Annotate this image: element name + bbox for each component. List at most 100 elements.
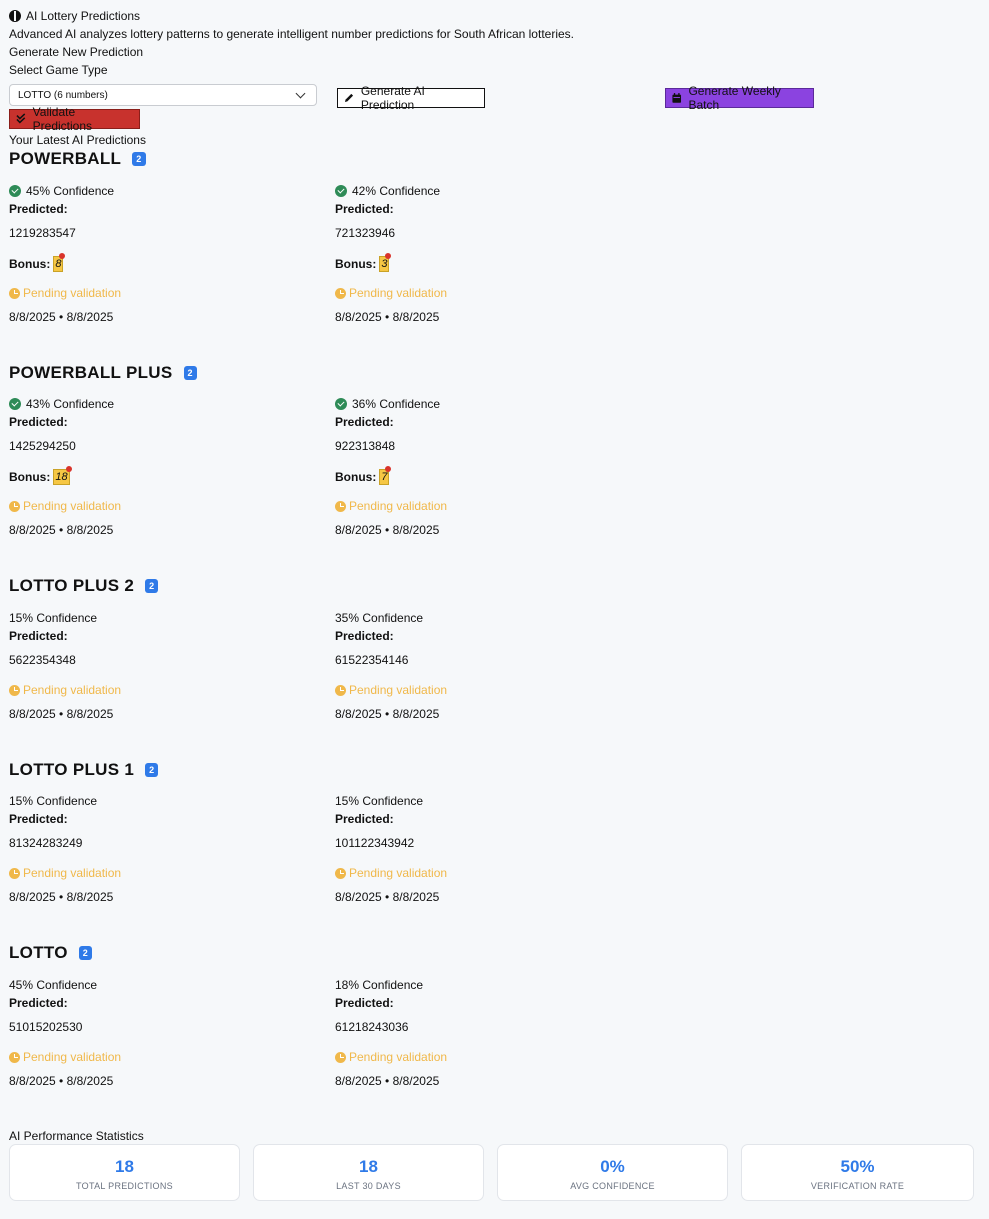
confidence-text: 42% Confidence: [352, 184, 441, 198]
bonus-label: Bonus:: [9, 257, 51, 271]
status-text: Pending validation: [349, 866, 448, 880]
confidence-text: 15% Confidence: [9, 794, 98, 808]
prediction-card: 45% Confidence Predicted: 1219283547 Bon…: [9, 184, 309, 324]
stat-card-avg-confidence: 0% AVG CONFIDENCE: [497, 1144, 728, 1201]
confidence-text: 15% Confidence: [335, 794, 424, 808]
prediction-dates: 8/8/2025 • 8/8/2025: [9, 310, 114, 324]
bonus-ball: 18: [53, 466, 72, 485]
predicted-numbers: 51015202530: [9, 1020, 83, 1034]
bonus-ball: 3: [379, 253, 392, 272]
predicted-label: Predicted:: [9, 415, 68, 429]
prediction-card: 35% Confidence Predicted: 61522354146 Pe…: [335, 611, 635, 721]
prediction-dates: 8/8/2025 • 8/8/2025: [9, 890, 114, 904]
predicted-numbers: 61522354146: [335, 653, 409, 667]
stat-card-verification-rate: 50% VERIFICATION RATE: [741, 1144, 974, 1201]
page-header: AI Lottery Predictions: [9, 9, 140, 23]
stats-title: AI Performance Statistics: [9, 1129, 144, 1143]
validate-predictions-button[interactable]: Validate Predictions: [9, 105, 140, 133]
group-name: POWERBALL: [9, 149, 122, 168]
status-text: Pending validation: [23, 683, 122, 697]
check-circle-icon: [9, 185, 21, 197]
predicted-numbers: 922313848: [335, 439, 396, 453]
latest-predictions-label: Your Latest AI Predictions: [9, 133, 146, 147]
bonus-label: Bonus:: [335, 470, 377, 484]
count-badge: 2: [145, 763, 159, 777]
status-text: Pending validation: [349, 683, 448, 697]
count-badge: 2: [132, 152, 146, 166]
group-name: LOTTO: [9, 943, 68, 962]
stat-card-last-30-days: 18 LAST 30 DAYS: [253, 1144, 484, 1201]
status-text: Pending validation: [349, 286, 448, 300]
prediction-dates: 8/8/2025 • 8/8/2025: [335, 890, 440, 904]
predicted-label: Predicted:: [335, 415, 394, 429]
group-title-powerball: POWERBALL 2: [9, 149, 146, 169]
confidence-text: 36% Confidence: [352, 397, 441, 411]
clock-icon: [335, 287, 346, 299]
game-type-value: LOTTO (6 numbers): [18, 89, 108, 101]
bonus-ball: 7: [379, 466, 392, 485]
prediction-card: 36% Confidence Predicted: 922313848 Bonu…: [335, 397, 635, 537]
weekly-batch-button[interactable]: Generate Weekly Batch: [665, 84, 814, 112]
stat-value: 50%: [840, 1157, 875, 1176]
group-title-lotto-plus-1: LOTTO PLUS 1 2: [9, 760, 159, 780]
prediction-dates: 8/8/2025 • 8/8/2025: [335, 310, 440, 324]
prediction-card: 43% Confidence Predicted: 1425294250 Bon…: [9, 397, 309, 537]
page-title: AI Lottery Predictions: [26, 9, 141, 23]
clock-icon: [335, 1051, 346, 1063]
stat-label: LAST 30 DAYS: [336, 1181, 401, 1191]
group-title-lotto: LOTTO 2: [9, 943, 93, 963]
weekly-batch-label: Generate Weekly Batch: [688, 84, 781, 112]
predicted-label: Predicted:: [335, 202, 394, 216]
bonus-label: Bonus:: [9, 470, 51, 484]
stat-label: VERIFICATION RATE: [810, 1181, 905, 1191]
prediction-dates: 8/8/2025 • 8/8/2025: [9, 1074, 114, 1088]
confidence-text: 15% Confidence: [9, 611, 98, 625]
status-text: Pending validation: [349, 1050, 448, 1064]
predicted-label: Predicted:: [335, 812, 394, 826]
count-badge: 2: [145, 579, 159, 593]
prediction-dates: 8/8/2025 • 8/8/2025: [335, 1074, 440, 1088]
brain-icon: [9, 10, 21, 22]
generate-section-label: Generate New Prediction: [9, 45, 144, 59]
confidence-text: 45% Confidence: [26, 184, 115, 198]
page-description: Advanced AI analyzes lottery patterns to…: [9, 27, 574, 41]
confidence-text: 43% Confidence: [26, 397, 115, 411]
status-text: Pending validation: [23, 1050, 122, 1064]
bonus-number: 7: [381, 471, 388, 483]
group-name: LOTTO PLUS 2: [9, 576, 135, 595]
predicted-numbers: 61218243036: [335, 1020, 409, 1034]
generate-prediction-button[interactable]: Generate AI Prediction: [337, 84, 485, 112]
count-badge: 2: [183, 366, 197, 380]
check-circle-icon: [9, 398, 21, 410]
generate-prediction-label: Generate AI Prediction: [360, 84, 425, 112]
game-type-select[interactable]: LOTTO (6 numbers): [9, 84, 317, 106]
clock-icon: [9, 287, 20, 299]
clock-icon: [9, 684, 20, 696]
predicted-numbers: 81324283249: [9, 836, 83, 850]
clock-icon: [9, 867, 20, 879]
predicted-label: Predicted:: [335, 629, 394, 643]
prediction-dates: 8/8/2025 • 8/8/2025: [335, 707, 440, 721]
predicted-label: Predicted:: [335, 996, 394, 1010]
bonus-number: 8: [55, 258, 62, 270]
confidence-text: 45% Confidence: [9, 978, 98, 992]
calendar-icon: [672, 93, 682, 103]
predicted-label: Predicted:: [9, 812, 68, 826]
predicted-numbers: 1219283547: [9, 226, 76, 240]
confidence-text: 35% Confidence: [335, 611, 424, 625]
prediction-dates: 8/8/2025 • 8/8/2025: [335, 523, 440, 537]
game-type-label: Select Game Type: [9, 63, 108, 77]
clock-icon: [335, 867, 346, 879]
stat-label: AVG CONFIDENCE: [570, 1181, 655, 1191]
status-text: Pending validation: [349, 499, 448, 513]
bonus-number: 18: [55, 471, 68, 483]
check-circle-icon: [335, 185, 347, 197]
predicted-numbers: 5622354348: [9, 653, 76, 667]
group-name: LOTTO PLUS 1: [9, 760, 135, 779]
status-text: Pending validation: [23, 286, 122, 300]
stat-label: TOTAL PREDICTIONS: [76, 1181, 173, 1191]
stat-value: 18: [359, 1157, 378, 1176]
predicted-numbers: 1425294250: [9, 439, 76, 453]
clock-icon: [9, 500, 20, 512]
predicted-label: Predicted:: [9, 996, 68, 1010]
